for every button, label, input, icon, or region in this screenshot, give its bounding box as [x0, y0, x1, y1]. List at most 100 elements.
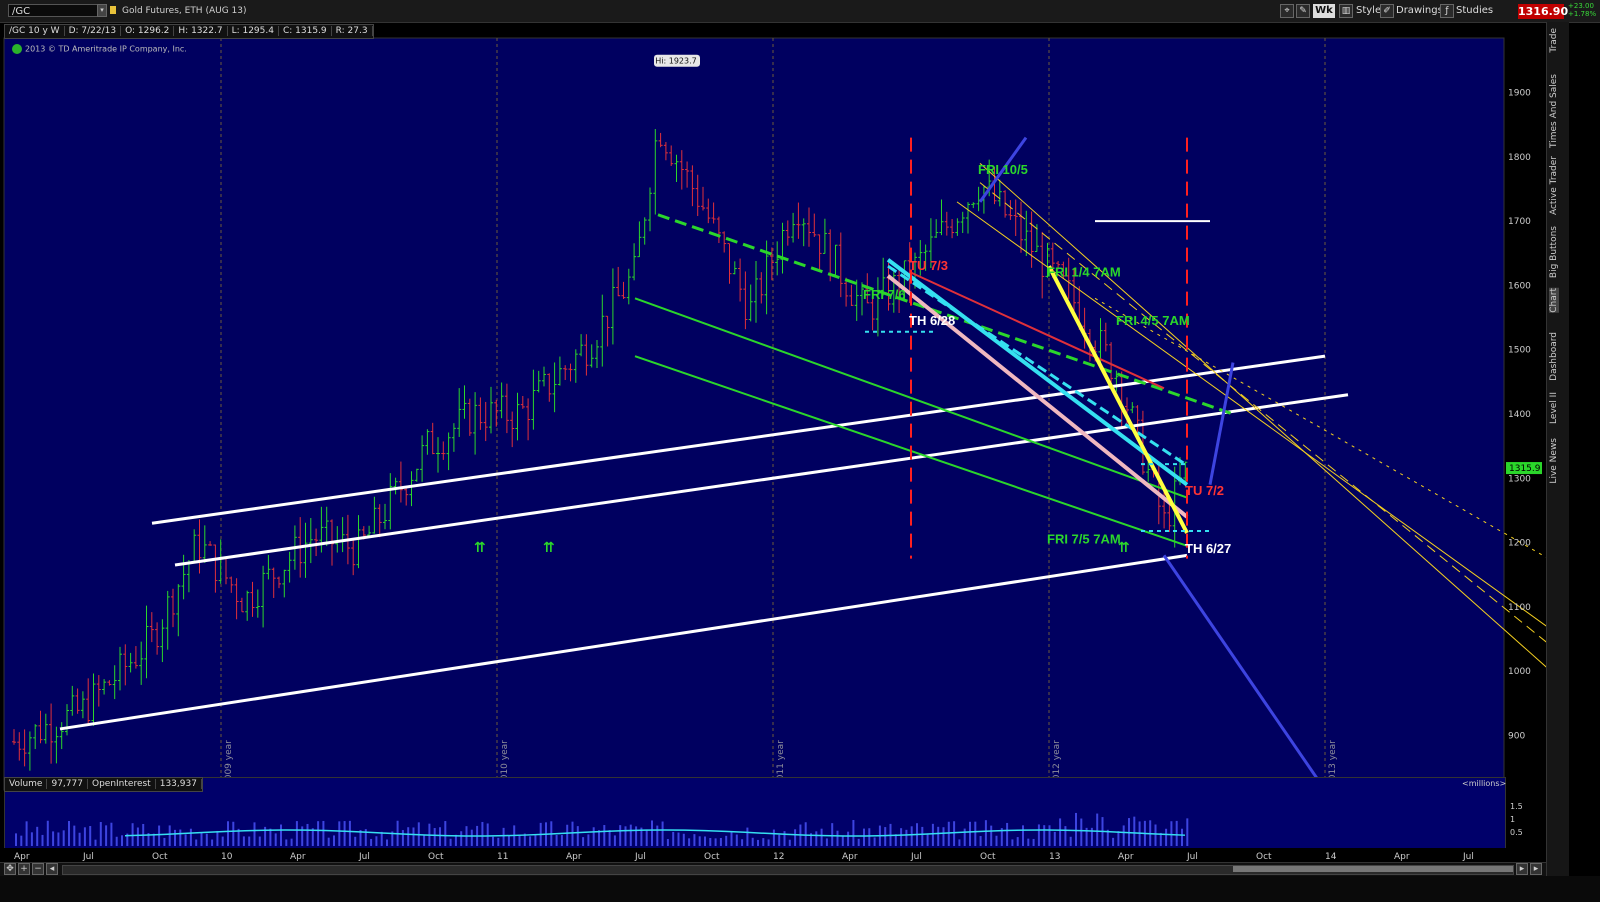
volume-bar — [1080, 818, 1083, 846]
pan-icon[interactable]: ✥ — [4, 863, 16, 875]
volume-bar — [41, 834, 44, 846]
volume-bar — [285, 839, 288, 846]
tab-active-trader[interactable]: Active Trader — [1549, 156, 1559, 215]
volume-panel[interactable] — [4, 777, 1506, 849]
volume-bar — [1133, 816, 1136, 846]
volume-chart — [15, 812, 1189, 846]
symbol-input[interactable]: /GC — [8, 4, 104, 17]
y-tick-label: 1800 — [1508, 153, 1531, 163]
drawings-icon[interactable]: ✐ — [1380, 4, 1394, 18]
volume-bar — [269, 828, 272, 846]
volume-bar — [195, 839, 198, 846]
scroll-left-icon[interactable]: ◂ — [46, 863, 58, 875]
symbol-dropdown-button[interactable]: ▾ — [97, 4, 107, 17]
volume-axis: 1.5 1 0.5 — [1510, 800, 1523, 839]
volume-bar — [253, 822, 256, 846]
volume-bar — [603, 825, 606, 846]
price-chart[interactable]: 2009 year 2010 year 2011 year 2012 year 2013… — [0, 22, 1546, 870]
volume-bar — [931, 823, 934, 846]
volume-bar — [52, 831, 55, 846]
volume-bar — [767, 839, 770, 846]
volume-bar — [682, 833, 685, 846]
scroll-right-icon[interactable]: ▸ — [1516, 863, 1528, 875]
drawings-menu[interactable]: Drawings — [1396, 4, 1443, 18]
volume-bar — [900, 828, 903, 846]
volume-bar — [926, 833, 929, 846]
studies-icon[interactable]: ƒ — [1440, 4, 1454, 18]
tab-level-ii[interactable]: Level II — [1549, 392, 1559, 424]
volume-bar — [274, 833, 277, 846]
studies-menu[interactable]: Studies — [1456, 4, 1493, 18]
y-tick-label: 1900 — [1508, 89, 1531, 99]
volume-value: 97,777 — [47, 779, 88, 789]
volume-bar — [873, 837, 876, 846]
volume-bar — [746, 827, 749, 846]
x-tick-label: Oct — [428, 852, 444, 862]
high-marker-label: Hi: 1923.7 — [655, 57, 696, 66]
time-axis: Apr Jul Oct 10 Apr Jul Oct 11 Apr Jul Oct 12 Apr Jul O… — [0, 848, 1546, 862]
oi-label: OpenInterest — [87, 779, 156, 789]
x-tick-label: 14 — [1325, 852, 1337, 862]
volume-bar — [613, 835, 616, 846]
volume-bar — [762, 838, 765, 846]
volume-bar — [958, 839, 961, 846]
scrollbar-thumb[interactable] — [1233, 866, 1513, 872]
volume-bar — [375, 836, 378, 846]
pencil-icon[interactable]: ✎ — [1296, 4, 1310, 18]
last-price-badge: 1316.90 — [1518, 4, 1569, 19]
volume-bar — [481, 821, 484, 846]
volume-bar — [529, 836, 532, 846]
right-gadget-panel: Trade Times And Sales Active Trader Big … — [1546, 22, 1569, 882]
product-icon — [110, 6, 116, 14]
volume-bar — [608, 830, 611, 846]
x-tick-label: Jul — [1462, 852, 1474, 862]
volume-bar — [905, 829, 908, 846]
tab-times-and-sales[interactable]: Times And Sales — [1549, 74, 1559, 148]
tab-big-buttons[interactable]: Big Buttons — [1549, 226, 1559, 278]
zoom-in-icon[interactable]: + — [18, 863, 30, 875]
volume-bar — [635, 826, 638, 846]
volume-bar — [115, 836, 118, 846]
crosshair-icon[interactable]: ⌖ — [1280, 4, 1294, 18]
tab-live-news[interactable]: Live News — [1549, 438, 1559, 484]
volume-bar — [1181, 828, 1183, 846]
volume-bar — [619, 825, 622, 846]
volume-bar — [709, 838, 712, 846]
oi-value: 133,937 — [155, 779, 202, 789]
expand-icon[interactable]: ▸ — [1530, 863, 1542, 875]
volume-bar — [857, 838, 860, 846]
volume-bar — [1154, 824, 1157, 846]
tab-chart[interactable]: Chart — [1549, 288, 1559, 313]
volume-bar — [258, 836, 261, 846]
volume-bar — [836, 830, 839, 846]
volume-bar — [290, 838, 293, 846]
volume-bar — [211, 839, 214, 846]
volume-bar — [492, 836, 494, 846]
volume-bar — [1059, 818, 1062, 846]
price-change: +23.00 +1.78% — [1568, 2, 1596, 18]
volume-units: <millions> — [1462, 779, 1507, 788]
zoom-out-icon[interactable]: − — [32, 863, 44, 875]
volume-bar — [179, 829, 182, 846]
tab-dashboard[interactable]: Dashboard — [1549, 332, 1559, 381]
x-tick-label: Oct — [152, 852, 168, 862]
volume-bar — [36, 826, 39, 846]
volume-bar — [910, 826, 913, 846]
volume-bar — [852, 820, 855, 846]
volume-bar — [62, 830, 65, 846]
volume-bar — [486, 823, 489, 846]
volume-bar — [863, 828, 865, 846]
volume-tick: 1.5 — [1510, 802, 1523, 811]
style-menu[interactable]: Style — [1356, 4, 1381, 18]
chart-scrollbar[interactable] — [62, 865, 1514, 875]
volume-bar — [598, 830, 600, 846]
volume-bar — [1016, 837, 1019, 846]
volume-bar — [306, 823, 309, 846]
period-button[interactable]: Wk — [1313, 4, 1335, 18]
volume-bar — [242, 836, 245, 846]
chart-annotation: TH 6/27 — [1185, 541, 1231, 556]
tab-trade[interactable]: Trade — [1549, 28, 1559, 53]
style-icon[interactable]: ▥ — [1339, 4, 1353, 18]
volume-bar — [200, 832, 203, 846]
volume-bar — [301, 826, 304, 846]
